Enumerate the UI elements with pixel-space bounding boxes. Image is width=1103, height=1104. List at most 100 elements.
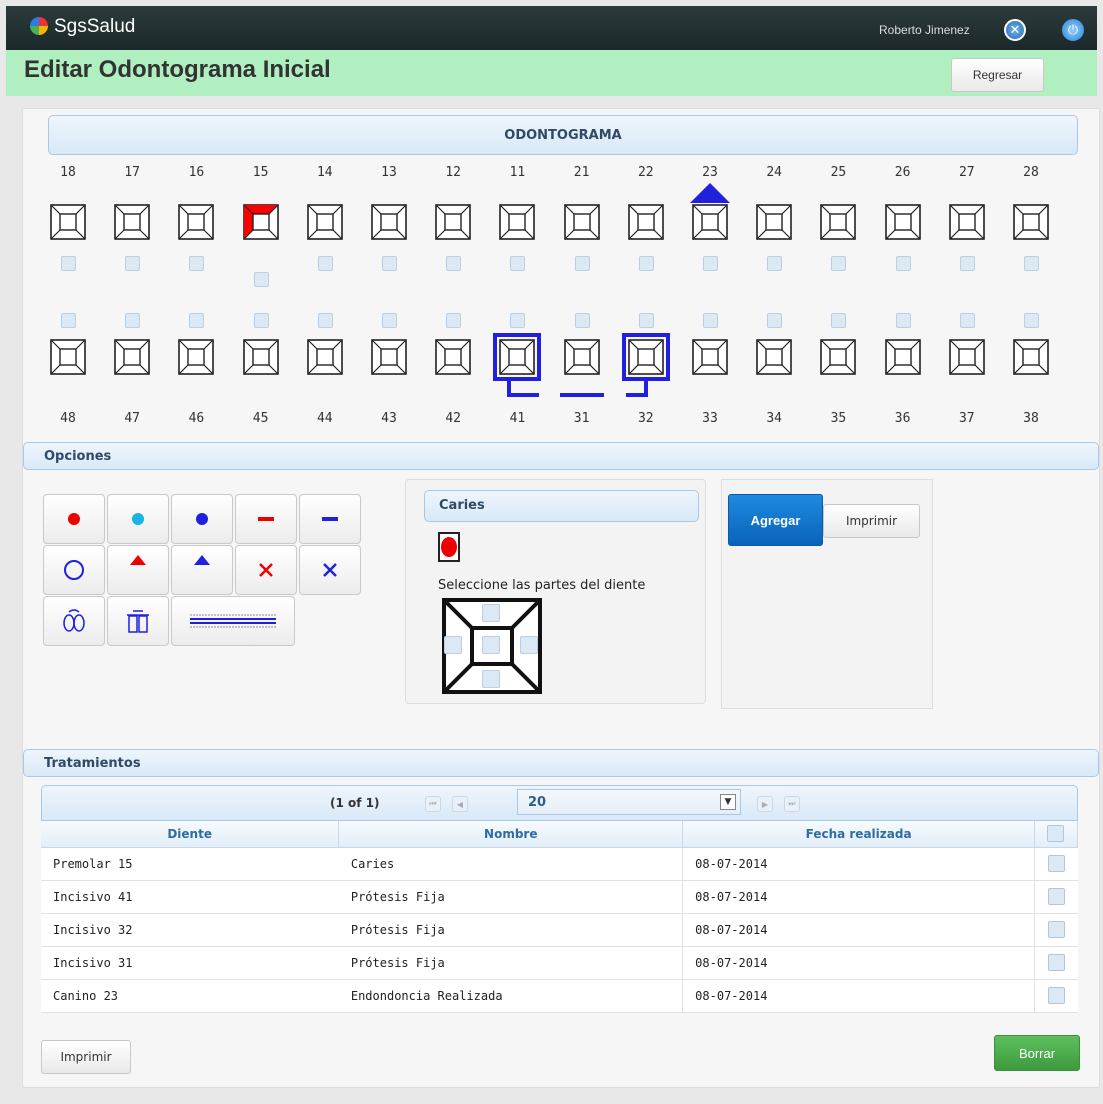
row-checkbox[interactable] xyxy=(1047,888,1065,905)
tooth-checkbox-17[interactable] xyxy=(125,256,141,271)
tooth-47[interactable] xyxy=(114,339,150,375)
tooth-43[interactable] xyxy=(371,339,407,375)
table-row[interactable]: Incisivo 31 Prótesis Fija 08-07-2014 xyxy=(41,946,1078,980)
tooth-checkbox-41[interactable] xyxy=(510,313,526,328)
tooth-35[interactable] xyxy=(820,339,857,375)
settings-tools-icon[interactable]: ✕ xyxy=(1004,19,1026,41)
tooth-37[interactable] xyxy=(948,339,985,375)
table-row[interactable]: Incisivo 32 Prótesis Fija 08-07-2014 xyxy=(41,913,1078,947)
tooth-part-center-checkbox[interactable] xyxy=(482,636,500,654)
tooth-16[interactable] xyxy=(178,204,215,240)
tooth-21[interactable] xyxy=(563,204,600,240)
tooth-checkbox-33[interactable] xyxy=(703,313,718,328)
tooth-checkbox-25[interactable] xyxy=(831,256,847,271)
row-checkbox[interactable] xyxy=(1047,855,1065,872)
tooth-checkbox-34[interactable] xyxy=(767,313,783,328)
tooth-23[interactable] xyxy=(692,204,728,240)
tooth-checkbox-21[interactable] xyxy=(574,256,590,271)
back-button[interactable]: Regresar xyxy=(951,58,1044,92)
tooth-18[interactable] xyxy=(50,204,86,240)
tooth-24[interactable] xyxy=(756,204,792,240)
tooth-checkbox-47[interactable] xyxy=(125,313,141,328)
tooth-checkbox-11[interactable] xyxy=(510,256,526,271)
tooth-checkbox-18[interactable] xyxy=(61,256,76,271)
tooth-checkbox-24[interactable] xyxy=(767,256,783,271)
last-page-icon[interactable]: ⏭ xyxy=(784,796,800,812)
tooth-11[interactable] xyxy=(499,204,536,240)
option-blue-x-button[interactable] xyxy=(299,545,361,595)
tooth-checkbox-36[interactable] xyxy=(895,313,911,328)
option-blue-dash-button[interactable] xyxy=(299,494,361,544)
tooth-31[interactable] xyxy=(563,339,600,375)
tooth-checkbox-46[interactable] xyxy=(189,313,205,328)
print-treatments-button[interactable]: Imprimir xyxy=(41,1040,131,1074)
table-row[interactable]: Incisivo 41 Prótesis Fija 08-07-2014 xyxy=(41,880,1078,914)
tooth-48[interactable] xyxy=(50,339,86,375)
tooth-part-bottom-checkbox[interactable] xyxy=(482,670,500,688)
tooth-17[interactable] xyxy=(114,204,150,240)
table-row[interactable]: Premolar 15 Caries 08-07-2014 xyxy=(41,847,1078,881)
tooth-15[interactable] xyxy=(242,204,279,240)
table-row[interactable]: Canino 23 Endondoncia Realizada 08-07-2014 xyxy=(41,979,1078,1013)
tooth-14[interactable] xyxy=(306,204,343,240)
row-checkbox[interactable] xyxy=(1047,987,1065,1004)
column-header-fecha[interactable]: Fecha realizada xyxy=(682,821,1035,848)
tooth-checkbox-22[interactable] xyxy=(638,256,654,271)
select-all-checkbox[interactable] xyxy=(1047,825,1065,843)
tooth-checkbox-13[interactable] xyxy=(382,256,397,271)
option-red-triangle-button[interactable] xyxy=(107,545,169,595)
option-red-dash-button[interactable] xyxy=(235,494,297,544)
tooth-38[interactable] xyxy=(1013,339,1049,375)
tooth-checkbox-48[interactable] xyxy=(61,313,76,328)
tooth-checkbox-16[interactable] xyxy=(189,256,205,271)
tooth-28[interactable] xyxy=(1013,204,1049,240)
tooth-checkbox-32[interactable] xyxy=(638,313,654,328)
tooth-42[interactable] xyxy=(435,339,471,375)
print-options-button[interactable]: Imprimir xyxy=(823,504,920,538)
tooth-checkbox-38[interactable] xyxy=(1024,313,1039,328)
add-button[interactable]: Agregar xyxy=(728,494,823,546)
option-cyan-dot-button[interactable] xyxy=(107,494,169,544)
tooth-part-left-checkbox[interactable] xyxy=(444,636,462,654)
option-implant-button[interactable] xyxy=(43,596,105,646)
tooth-checkbox-35[interactable] xyxy=(831,313,847,328)
column-header-diente[interactable]: Diente xyxy=(41,821,340,848)
tooth-46[interactable] xyxy=(178,339,215,375)
tooth-part-top-checkbox[interactable] xyxy=(482,604,500,622)
tooth-13[interactable] xyxy=(371,204,407,240)
tooth-checkbox-15[interactable] xyxy=(253,272,269,287)
row-checkbox[interactable] xyxy=(1047,921,1065,938)
tooth-34[interactable] xyxy=(756,339,792,375)
tooth-44[interactable] xyxy=(306,339,343,375)
tooth-checkbox-31[interactable] xyxy=(574,313,590,328)
option-blue-triangle-button[interactable] xyxy=(171,545,233,595)
tooth-checkbox-43[interactable] xyxy=(382,313,397,328)
option-red-dot-button[interactable] xyxy=(43,494,105,544)
tooth-checkbox-45[interactable] xyxy=(253,313,269,328)
column-header-nombre[interactable]: Nombre xyxy=(338,821,684,848)
tooth-22[interactable] xyxy=(627,204,664,240)
tooth-36[interactable] xyxy=(884,339,921,375)
delete-button[interactable]: Borrar xyxy=(994,1035,1080,1071)
tooth-12[interactable] xyxy=(435,204,471,240)
tooth-25[interactable] xyxy=(820,204,857,240)
tooth-checkbox-37[interactable] xyxy=(959,313,975,328)
tooth-checkbox-27[interactable] xyxy=(959,256,975,271)
tooth-checkbox-26[interactable] xyxy=(895,256,911,271)
next-page-icon[interactable]: ▶ xyxy=(757,796,773,812)
option-blue-circle-button[interactable] xyxy=(43,545,105,595)
option-crown-button[interactable] xyxy=(107,596,169,646)
tooth-checkbox-14[interactable] xyxy=(317,256,333,271)
tooth-45[interactable] xyxy=(242,339,279,375)
tooth-part-right-checkbox[interactable] xyxy=(520,636,538,654)
option-bridge-button[interactable] xyxy=(171,596,295,646)
tooth-checkbox-42[interactable] xyxy=(446,313,462,328)
prev-page-icon[interactable]: ◀ xyxy=(452,796,468,812)
first-page-icon[interactable]: ⏮ xyxy=(425,796,441,812)
option-red-x-button[interactable] xyxy=(235,545,297,595)
option-blue-dot-button[interactable] xyxy=(171,494,233,544)
tooth-26[interactable] xyxy=(884,204,921,240)
tooth-checkbox-12[interactable] xyxy=(446,256,462,271)
logout-power-icon[interactable]: ⏻ xyxy=(1062,19,1084,41)
tooth-27[interactable] xyxy=(948,204,985,240)
